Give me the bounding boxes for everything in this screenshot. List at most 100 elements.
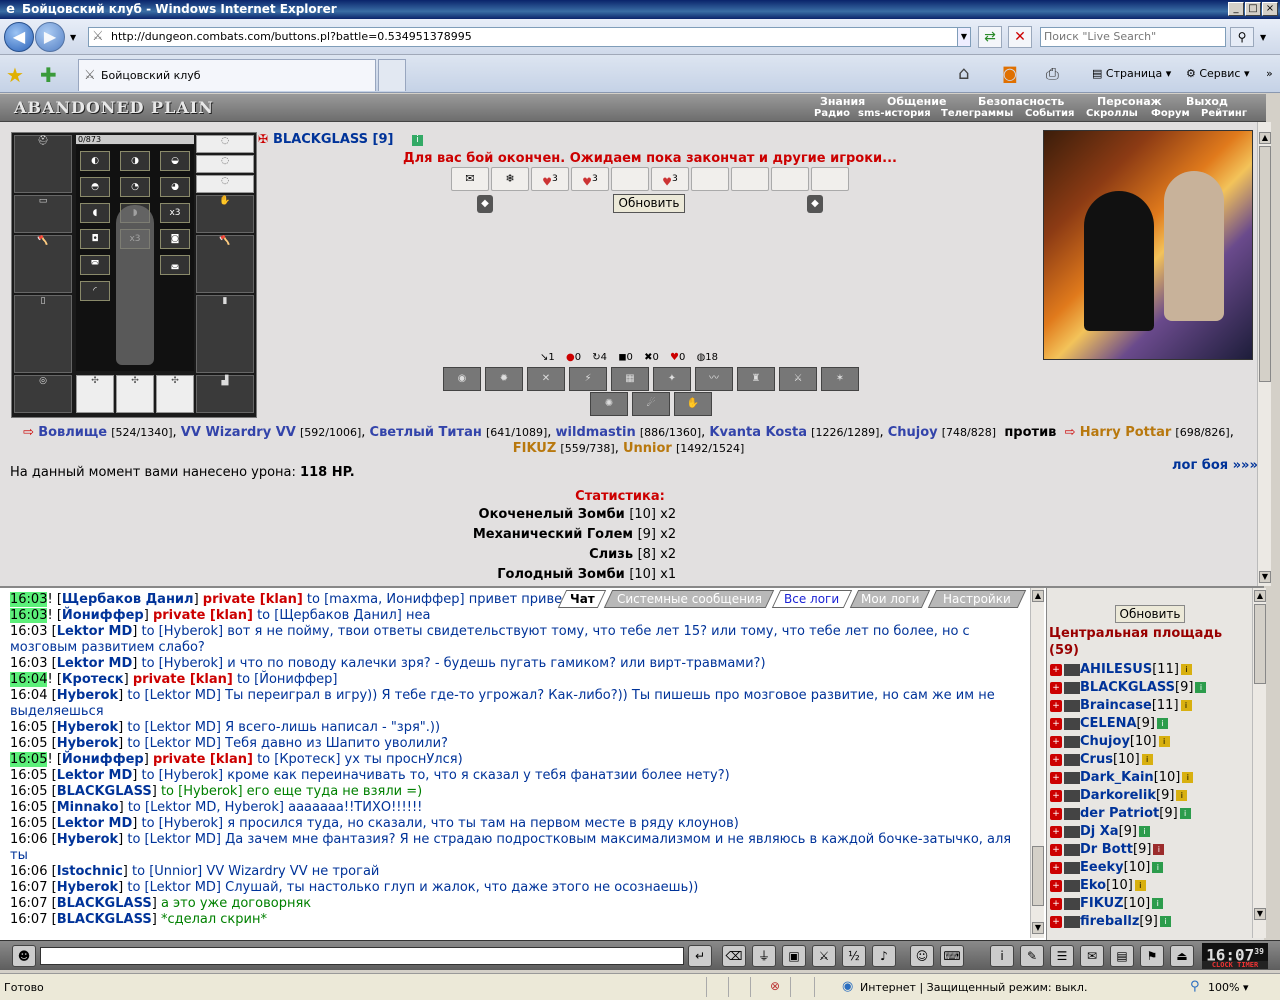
- filter-icon[interactable]: ⏚: [752, 945, 776, 967]
- user-name[interactable]: Eeeky: [1080, 860, 1124, 875]
- slot-15[interactable]: ◜: [80, 281, 110, 301]
- ability-9[interactable]: ⚔: [779, 367, 817, 391]
- ability-10[interactable]: ✶: [821, 367, 859, 391]
- security-icon[interactable]: ⊗: [770, 979, 780, 993]
- user-info-icon[interactable]: i: [1195, 682, 1207, 693]
- ability-2[interactable]: ✹: [485, 367, 523, 391]
- slot-13[interactable]: ◚: [80, 255, 110, 275]
- user-info-icon[interactable]: i: [1159, 916, 1171, 927]
- ability-11[interactable]: ✺: [590, 392, 628, 416]
- message-author[interactable]: Йониффер: [62, 608, 144, 623]
- message-author[interactable]: Кротеск: [62, 672, 124, 687]
- bracers-slot[interactable]: ▭: [14, 195, 72, 233]
- online-user[interactable]: + Dj Xa[9] i: [1050, 824, 1150, 842]
- user-name[interactable]: Darkorelik: [1080, 788, 1156, 803]
- quests-icon[interactable]: ✉: [1080, 945, 1104, 967]
- message-time[interactable]: 16:07: [10, 880, 47, 895]
- message-recipient[interactable]: to [Hyberok]: [141, 624, 223, 639]
- message-time[interactable]: 16:07: [10, 896, 47, 911]
- user-name[interactable]: Braincase: [1080, 698, 1152, 713]
- team1-fighter[interactable]: Светлый Титан: [370, 425, 482, 440]
- slot-6[interactable]: ◕: [160, 177, 190, 197]
- nav-forum[interactable]: Форум: [1151, 108, 1190, 120]
- toolbar-more-icon[interactable]: »: [1266, 63, 1273, 85]
- message-author[interactable]: Щербаков Данил: [62, 592, 194, 607]
- lock-icon[interactable]: ▤: [1110, 945, 1134, 967]
- message-recipient[interactable]: to [Lektor MD]: [127, 688, 221, 703]
- message-author[interactable]: Hyberok: [57, 688, 118, 703]
- slot-12[interactable]: ◙: [160, 229, 190, 249]
- nav-telegrams[interactable]: Телеграммы: [941, 108, 1013, 120]
- private-message-icon[interactable]: +: [1050, 861, 1062, 874]
- nav-sms-history[interactable]: sms-история: [858, 108, 931, 120]
- user-info-icon[interactable]: i: [1139, 826, 1150, 837]
- online-user[interactable]: + CELENA[9] i: [1050, 716, 1168, 734]
- music-icon[interactable]: ♪: [872, 945, 896, 967]
- maximize-button[interactable]: □: [1245, 2, 1261, 16]
- online-refresh-button[interactable]: Обновить: [1115, 605, 1185, 623]
- user-name[interactable]: Chujoy: [1080, 734, 1130, 749]
- scroll-slot-6[interactable]: ♥3: [651, 167, 689, 191]
- gloves-slot[interactable]: ✋: [196, 195, 254, 233]
- search-input[interactable]: Поиск "Live Search": [1040, 27, 1226, 47]
- exit-icon[interactable]: ⏏: [1170, 945, 1194, 967]
- nav-communication[interactable]: Общение: [887, 95, 946, 108]
- message-author[interactable]: Lektor MD: [57, 816, 133, 831]
- message-time[interactable]: 16:06: [10, 864, 47, 879]
- user-info-icon[interactable]: i: [1152, 898, 1164, 909]
- history-dropdown-icon[interactable]: ▼: [70, 33, 76, 42]
- translit-icon[interactable]: ⌨: [940, 945, 964, 967]
- private-message-icon[interactable]: +: [1050, 825, 1062, 838]
- message-recipient[interactable]: to [Unnior]: [132, 864, 202, 879]
- nav-knowledge[interactable]: Знания: [820, 95, 865, 108]
- user-name[interactable]: Dj Xa: [1080, 824, 1119, 839]
- helmet-slot[interactable]: ⛑: [14, 135, 72, 193]
- private-message-icon[interactable]: +: [1050, 807, 1062, 820]
- message-time[interactable]: 16:05: [10, 736, 47, 751]
- slot-7[interactable]: ◖: [80, 203, 110, 223]
- team1-fighter[interactable]: Вовлище: [38, 425, 107, 440]
- fighters-icon[interactable]: ⚔: [812, 945, 836, 967]
- user-info-icon[interactable]: i: [1153, 844, 1165, 855]
- ability-8[interactable]: ♜: [737, 367, 775, 391]
- scroll-slot-8[interactable]: [731, 167, 769, 191]
- private-message-icon[interactable]: +: [1050, 717, 1062, 730]
- message-time[interactable]: 16:04: [10, 672, 48, 687]
- armor-slot[interactable]: ▯: [14, 295, 72, 373]
- team1-fighter[interactable]: VV Wizardry VV: [181, 425, 296, 440]
- message-author[interactable]: Hyberok: [57, 720, 118, 735]
- content-scrollbar[interactable]: ▲ ▼: [1257, 122, 1271, 586]
- amulet-slot[interactable]: ◌: [196, 135, 254, 153]
- scroll-slot-2[interactable]: ❄: [491, 167, 529, 191]
- private-message-icon[interactable]: +: [1050, 897, 1062, 910]
- user-name[interactable]: Crus: [1080, 752, 1113, 767]
- online-user[interactable]: + Eeeky[10] i: [1050, 860, 1164, 878]
- player-info-icon[interactable]: i: [412, 135, 423, 146]
- ability-4[interactable]: ⚡: [569, 367, 607, 391]
- info-icon[interactable]: i: [990, 945, 1014, 967]
- private-message-icon[interactable]: +: [1050, 843, 1062, 856]
- message-recipient[interactable]: to [Lektor MD]: [127, 736, 221, 751]
- message-author[interactable]: Lektor MD: [57, 624, 133, 639]
- battle-log-link[interactable]: лог боя »»»: [1172, 458, 1257, 473]
- new-tab-button[interactable]: [378, 59, 406, 91]
- friends-icon[interactable]: ☰: [1050, 945, 1074, 967]
- message-author[interactable]: Йониффер: [62, 752, 144, 767]
- message-time[interactable]: 16:07: [10, 912, 47, 927]
- message-time[interactable]: 16:05: [10, 720, 47, 735]
- user-name[interactable]: fireballz: [1080, 914, 1139, 929]
- online-user[interactable]: + der Patriot[9] i: [1050, 806, 1191, 824]
- smiles-icon[interactable]: ☺: [910, 945, 934, 967]
- online-user[interactable]: + Braincase[11] i: [1050, 698, 1192, 716]
- user-info-icon[interactable]: i: [1158, 736, 1170, 747]
- online-user[interactable]: + fireballz[9] i: [1050, 914, 1171, 932]
- scroll-down-icon[interactable]: ▼: [1254, 908, 1266, 920]
- chat-input[interactable]: [40, 947, 684, 965]
- private-message-icon[interactable]: +: [1050, 681, 1062, 694]
- send-message-icon[interactable]: ↵: [688, 945, 712, 967]
- message-recipient[interactable]: to [Hyberok]: [141, 816, 223, 831]
- online-user[interactable]: + Dark_Kain[10] i: [1050, 770, 1194, 788]
- user-info-icon[interactable]: i: [1179, 808, 1191, 819]
- ability-12[interactable]: ☄: [632, 392, 670, 416]
- nav-events[interactable]: События: [1025, 108, 1074, 120]
